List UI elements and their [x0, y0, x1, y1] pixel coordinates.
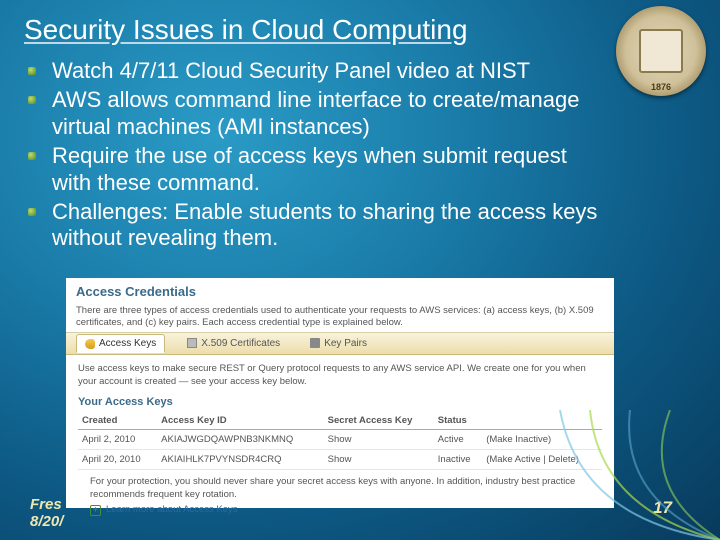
bullet-item: AWS allows command line interface to cre…: [24, 87, 610, 140]
show-secret-link[interactable]: Show: [324, 450, 434, 470]
bullet-item: Require the use of access keys when subm…: [24, 143, 610, 196]
screenshot-heading: Access Credentials: [76, 284, 604, 299]
access-keys-table: Created Access Key ID Secret Access Key …: [78, 412, 602, 470]
tab-x509[interactable]: X.509 Certificates: [179, 335, 288, 352]
seal-year: 1876: [651, 82, 671, 92]
certificate-icon: [187, 338, 197, 348]
slide: Security Issues in Cloud Computing 1876 …: [0, 0, 720, 540]
col-secret: Secret Access Key: [324, 412, 434, 430]
bullet-item: Watch 4/7/11 Cloud Security Panel video …: [24, 58, 610, 84]
tab-key-pairs[interactable]: Key Pairs: [302, 335, 375, 352]
col-actions: [482, 412, 602, 430]
protection-note: For your protection, you should never sh…: [78, 470, 602, 516]
row-actions[interactable]: (Make Inactive): [482, 430, 602, 450]
learn-more-link[interactable]: + Learn more about Access Keys: [90, 504, 590, 516]
cell-key-id: AKIAIHLK7PVYNSDR4CRQ: [157, 450, 324, 470]
col-created: Created: [78, 412, 157, 430]
cell-created: April 2, 2010: [78, 430, 157, 450]
cell-key-id: AKIAJWGDQAWPNB3NKMNQ: [157, 430, 324, 450]
plus-icon: +: [90, 505, 101, 516]
tab-body-text: Use access keys to make secure REST or Q…: [78, 363, 602, 389]
learn-more-text: Learn more about Access Keys: [106, 504, 238, 516]
table-header-row: Created Access Key ID Secret Access Key …: [78, 412, 602, 430]
table-row: April 20, 2010 AKIAIHLK7PVYNSDR4CRQ Show…: [78, 450, 602, 470]
bullet-item: Challenges: Enable students to sharing t…: [24, 199, 610, 252]
footer-line1: Fres: [30, 496, 63, 513]
col-status: Status: [434, 412, 482, 430]
bullet-list: Watch 4/7/11 Cloud Security Panel video …: [24, 58, 610, 255]
footer-left: Fres 8/20/: [30, 496, 63, 531]
protection-text: For your protection, you should never sh…: [90, 476, 575, 499]
screenshot-intro: There are three types of access credenti…: [76, 305, 604, 330]
credential-tabs: Access Keys X.509 Certificates Key Pairs: [66, 333, 614, 355]
keypair-icon: [310, 338, 320, 348]
university-seal-icon: 1876: [616, 6, 706, 96]
page-number: 17: [653, 498, 672, 518]
aws-credentials-screenshot: Access Credentials There are three types…: [66, 278, 614, 508]
your-access-keys-heading: Your Access Keys: [78, 396, 602, 408]
tab-label: Key Pairs: [324, 338, 367, 349]
tab-label: X.509 Certificates: [201, 338, 280, 349]
key-icon: [85, 339, 95, 349]
row-actions[interactable]: (Make Active | Delete): [482, 450, 602, 470]
cell-status: Inactive: [434, 450, 482, 470]
slide-title: Security Issues in Cloud Computing: [24, 14, 468, 46]
tab-access-keys[interactable]: Access Keys: [76, 334, 165, 353]
tab-label: Access Keys: [99, 338, 156, 349]
show-secret-link[interactable]: Show: [324, 430, 434, 450]
col-key-id: Access Key ID: [157, 412, 324, 430]
cell-created: April 20, 2010: [78, 450, 157, 470]
table-row: April 2, 2010 AKIAJWGDQAWPNB3NKMNQ Show …: [78, 430, 602, 450]
footer-line2: 8/20/: [30, 513, 63, 530]
cell-status: Active: [434, 430, 482, 450]
